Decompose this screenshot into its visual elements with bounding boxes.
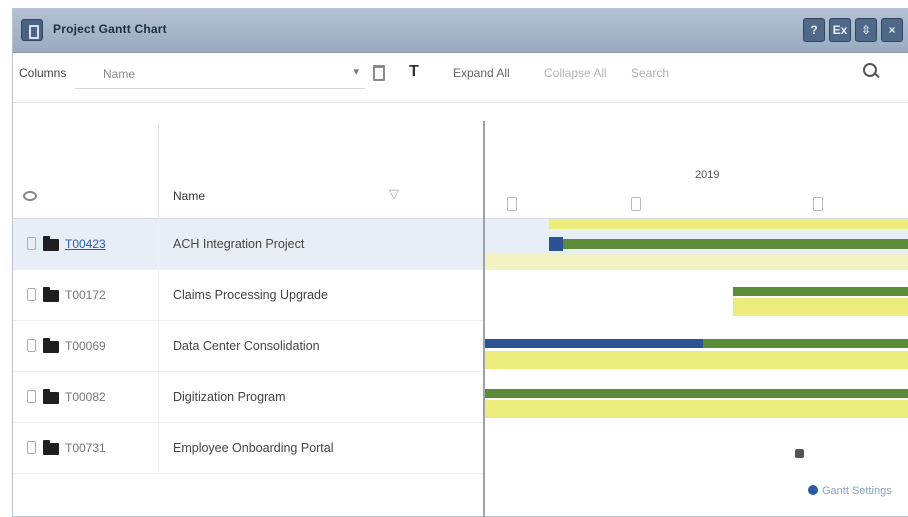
window-controls: ? Ex ⇳ × — [803, 18, 903, 42]
baseline-bar[interactable] — [549, 219, 908, 229]
timeline-tick — [631, 197, 641, 211]
columns-label: Columns — [19, 66, 67, 80]
milestone-marker[interactable] — [795, 449, 804, 458]
export-button[interactable]: Ex — [829, 18, 851, 42]
gantt-timeline-header: 2019 — [485, 103, 908, 219]
project-name: Claims Processing Upgrade — [173, 288, 328, 302]
window-title: Project Gantt Chart — [53, 22, 167, 36]
trash-icon[interactable] — [373, 65, 385, 81]
project-gantt-window: Project Gantt Chart ? Ex ⇳ × Columns Nam… — [12, 8, 908, 517]
project-grid-rows: T00423 ACH Integration Project T00172 Cl… — [13, 219, 483, 474]
name-column-header[interactable]: Name — [173, 189, 205, 203]
project-window-icon — [21, 19, 43, 41]
project-id-link[interactable]: T00082 — [65, 390, 106, 404]
row-drag-handle-icon[interactable] — [27, 288, 36, 301]
baseline-bar[interactable] — [485, 351, 908, 369]
close-button[interactable]: × — [881, 18, 903, 42]
filter-icon[interactable]: T — [409, 63, 419, 81]
eye-icon[interactable] — [23, 191, 37, 201]
gear-icon — [808, 485, 818, 495]
folder-icon — [43, 389, 59, 404]
help-button[interactable]: ? — [803, 18, 825, 42]
baseline-bar-light[interactable] — [485, 253, 908, 270]
project-id-link[interactable]: T00172 — [65, 288, 106, 302]
row-drag-handle-icon[interactable] — [27, 339, 36, 352]
window-title-bar: Project Gantt Chart ? Ex ⇳ × — [13, 9, 908, 53]
project-name: Digitization Program — [173, 390, 286, 404]
expand-all-link[interactable]: Expand All — [453, 66, 510, 80]
table-row[interactable]: T00172 Claims Processing Upgrade — [13, 270, 483, 321]
actual-bar[interactable] — [485, 389, 908, 398]
columns-select-value: Name — [103, 67, 136, 81]
folder-icon — [43, 287, 59, 302]
actual-bar[interactable] — [703, 339, 908, 348]
progress-bar[interactable] — [485, 339, 703, 348]
timeline-tick — [813, 197, 823, 211]
project-id-link[interactable]: T00069 — [65, 339, 106, 353]
collapse-all-link[interactable]: Collapse All — [544, 66, 607, 80]
gantt-settings-link[interactable]: Gantt Settings — [808, 485, 892, 497]
table-row[interactable]: T00731 Employee Onboarding Portal — [13, 423, 483, 474]
project-name: Employee Onboarding Portal — [173, 441, 334, 455]
table-row[interactable]: T00069 Data Center Consolidation — [13, 321, 483, 372]
project-name: Data Center Consolidation — [173, 339, 320, 353]
row-drag-handle-icon[interactable] — [27, 390, 36, 403]
table-row[interactable]: T00423 ACH Integration Project — [13, 219, 483, 270]
actual-bar[interactable] — [733, 287, 908, 296]
timeline-year: 2019 — [695, 169, 720, 181]
gantt-row — [485, 372, 908, 423]
table-row[interactable]: T00082 Digitization Program — [13, 372, 483, 423]
gantt-row — [485, 270, 908, 321]
folder-icon — [43, 440, 59, 455]
gantt-row — [485, 321, 908, 372]
gantt-settings-label: Gantt Settings — [822, 485, 892, 497]
search-link[interactable]: Search — [631, 66, 669, 80]
gantt-row — [485, 423, 908, 474]
gantt-body — [485, 219, 908, 474]
row-drag-handle-icon[interactable] — [27, 441, 36, 454]
folder-icon — [43, 236, 59, 251]
timeline-tick — [507, 197, 517, 211]
folder-icon — [43, 338, 59, 353]
baseline-bar[interactable] — [485, 400, 908, 418]
actual-bar[interactable] — [549, 239, 908, 249]
dropdown-arrow-icon: ▾ — [353, 66, 359, 78]
columns-select[interactable]: Name ▾ — [75, 61, 365, 89]
column-filter-icon[interactable]: ▽ — [389, 186, 399, 202]
project-name: ACH Integration Project — [173, 237, 305, 251]
gantt-row — [485, 219, 908, 270]
project-id-link[interactable]: T00423 — [65, 237, 106, 251]
project-id-link[interactable]: T00731 — [65, 441, 106, 455]
search-icon[interactable] — [863, 63, 881, 81]
toolbar: Columns Name ▾ T Expand All Collapse All… — [13, 53, 908, 103]
baseline-bar[interactable] — [733, 298, 908, 316]
progress-bar[interactable] — [549, 237, 563, 251]
maximize-button[interactable]: ⇳ — [855, 18, 877, 42]
grid-header: Name ▽ — [13, 103, 483, 219]
column-divider — [158, 123, 159, 219]
row-drag-handle-icon[interactable] — [27, 237, 36, 250]
